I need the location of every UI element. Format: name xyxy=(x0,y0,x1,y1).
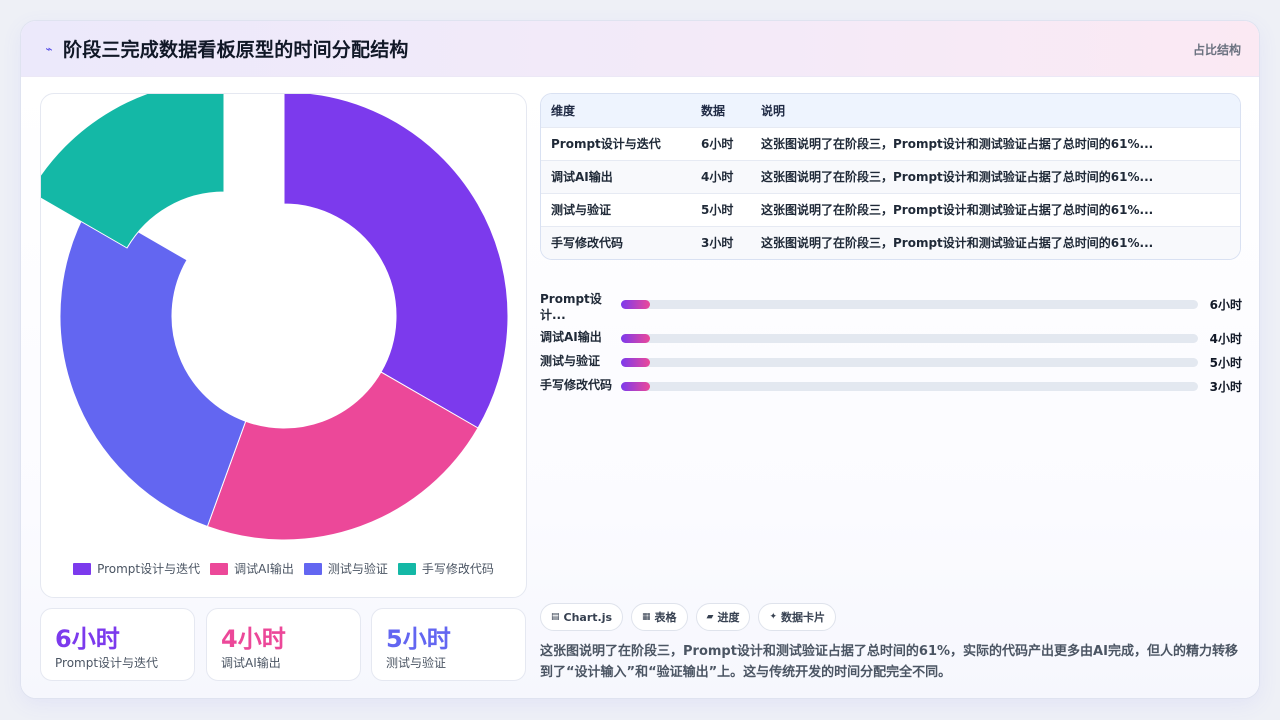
stat-card: 4小时调试AI输出 xyxy=(206,608,361,681)
progress-fill xyxy=(621,334,650,343)
table-header-data: 数据 xyxy=(701,103,726,118)
progress-track xyxy=(621,358,1198,367)
tab-chart[interactable]: ▤ Chart.js xyxy=(540,603,624,631)
legend-swatch xyxy=(73,562,92,575)
card-icon: ✦ xyxy=(769,612,778,622)
table-icon: ▦ xyxy=(642,612,651,622)
legend-swatch xyxy=(397,562,416,575)
legend-label: 手写修改代码 xyxy=(421,562,494,576)
tab-label: 数据卡片 xyxy=(781,611,826,624)
table-cell-data: 6小时 xyxy=(701,137,734,151)
table-cell-data: 4小时 xyxy=(701,170,734,184)
progress-value: 5小时 xyxy=(1209,356,1242,370)
chart-type-tag: 占比结构 xyxy=(1192,43,1241,57)
table-cell-data: 3小时 xyxy=(701,236,734,251)
legend-item[interactable]: 调试AI输出 xyxy=(210,560,294,577)
progress-icon: ▰ xyxy=(706,612,714,622)
legend-label: Prompt设计与迭代 xyxy=(97,562,201,576)
table-cell-description: 这张图说明了在阶段三，Prompt设计和测试验证占据了总时间的61%... xyxy=(761,137,1154,151)
legend-swatch xyxy=(303,562,322,575)
progress-label: Prompt设计... xyxy=(540,292,602,322)
progress-label: 测试与验证 xyxy=(540,354,601,368)
table-cell-dimension: 测试与验证 xyxy=(551,203,612,217)
table-header-dimension: 维度 xyxy=(551,103,576,118)
card-header: ⌁ 阶段三完成数据看板原型的时间分配结构 占比结构 xyxy=(21,21,1259,77)
tab-label: 表格 xyxy=(654,611,677,624)
legend-label: 测试与验证 xyxy=(327,562,388,576)
table-header-description: 说明 xyxy=(761,103,786,118)
progress-track xyxy=(621,334,1198,343)
tab-table[interactable]: ▦ 表格 xyxy=(631,603,688,631)
chart-legend: Prompt设计与迭代 调试AI输出 测试与验证 手写修改代码 xyxy=(41,560,526,577)
progress-fill xyxy=(621,300,650,309)
chart-icon: ▤ xyxy=(551,612,560,622)
table-row[interactable]: 手写修改代码 3小时 这张图说明了在阶段三，Prompt设计和测试验证占据了总时间的… xyxy=(541,226,1240,259)
progress-track xyxy=(621,382,1198,391)
legend-swatch xyxy=(210,562,229,575)
donut-chart xyxy=(41,94,509,541)
progress-label: 手写修改代码 xyxy=(540,378,613,392)
table-cell-description: 这张图说明了在阶段三，Prompt设计和测试验证占据了总时间的61%... xyxy=(761,236,1154,251)
donut-slice-3[interactable] xyxy=(59,203,247,528)
dashboard-card: ⌁ 阶段三完成数据看板原型的时间分配结构 占比结构 Prompt设计与迭代 调试A… xyxy=(20,20,1260,699)
table-header-row: 维度 数据 说明 xyxy=(541,94,1240,127)
page-title: 阶段三完成数据看板原型的时间分配结构 xyxy=(63,39,409,61)
stat-value: 5小时 xyxy=(386,625,451,653)
sparkle-icon: ⌁ xyxy=(45,42,53,56)
legend-item[interactable]: 测试与验证 xyxy=(303,560,388,577)
stat-label: Prompt设计与迭代 xyxy=(55,656,159,670)
stat-value: 4小时 xyxy=(221,625,286,653)
stat-label: 调试AI输出 xyxy=(221,656,281,670)
tab-progress[interactable]: ▰ 进度 xyxy=(695,603,751,631)
table-cell-description: 这张图说明了在阶段三，Prompt设计和测试验证占据了总时间的61%... xyxy=(761,203,1154,217)
table-cell-dimension: Prompt设计与迭代 xyxy=(551,137,661,151)
stat-card: 5小时测试与验证 xyxy=(371,608,526,681)
stat-value: 6小时 xyxy=(55,625,120,653)
progress-value: 4小时 xyxy=(1209,332,1242,346)
stat-card: 6小时 Prompt设计与迭代 xyxy=(40,608,195,681)
table-row[interactable]: 调试AI输出 4小时 这张图说明了在阶段三，Prompt设计和测试验证占据了总时间的… xyxy=(541,160,1240,193)
table-cell-description: 这张图说明了在阶段三，Prompt设计和测试验证占据了总时间的61%... xyxy=(761,170,1154,184)
progress-fill xyxy=(621,382,650,391)
table-cell-dimension: 调试AI输出 xyxy=(551,170,613,184)
summary-text: 这张图说明了在阶段三，Prompt设计和测试验证占据了总时间的61%，实际的代码… xyxy=(540,644,1238,680)
donut-chart-panel: Prompt设计与迭代 调试AI输出 测试与验证 手写修改代码 xyxy=(40,93,527,598)
view-tabs: ▤ Chart.js ▦ 表格 ▰ 进度 ✦ 数据卡片 xyxy=(540,603,837,631)
tab-card[interactable]: ✦ 数据卡片 xyxy=(758,603,837,631)
table-row[interactable]: Prompt设计与迭代 6小时 这张图说明了在阶段三，Prompt设计和测试验证占据… xyxy=(541,127,1240,160)
table-cell-dimension: 手写修改代码 xyxy=(551,236,624,251)
data-table: 维度 数据 说明 Prompt设计与迭代 6小时 这张图说明了在阶段三，Prompt… xyxy=(540,93,1241,260)
table-cell-data: 5小时 xyxy=(701,203,734,217)
progress-value: 6小时 xyxy=(1209,298,1242,312)
donut-slice-1[interactable] xyxy=(283,94,509,429)
table-row[interactable]: 测试与验证 5小时 这张图说明了在阶段三，Prompt设计和测试验证占据了总时间的6… xyxy=(541,193,1240,226)
tab-label: 进度 xyxy=(717,611,740,624)
progress-label: 调试AI输出 xyxy=(540,330,602,344)
progress-fill xyxy=(621,358,650,367)
donut-slice-4[interactable] xyxy=(41,94,225,249)
legend-item[interactable]: 手写修改代码 xyxy=(397,560,494,577)
tab-label: Chart.js xyxy=(563,610,613,624)
legend-label: 调试AI输出 xyxy=(234,562,294,576)
progress-value: 3小时 xyxy=(1209,380,1242,394)
progress-track xyxy=(621,300,1198,309)
stat-label: 测试与验证 xyxy=(386,656,447,670)
legend-item[interactable]: Prompt设计与迭代 xyxy=(73,560,200,577)
